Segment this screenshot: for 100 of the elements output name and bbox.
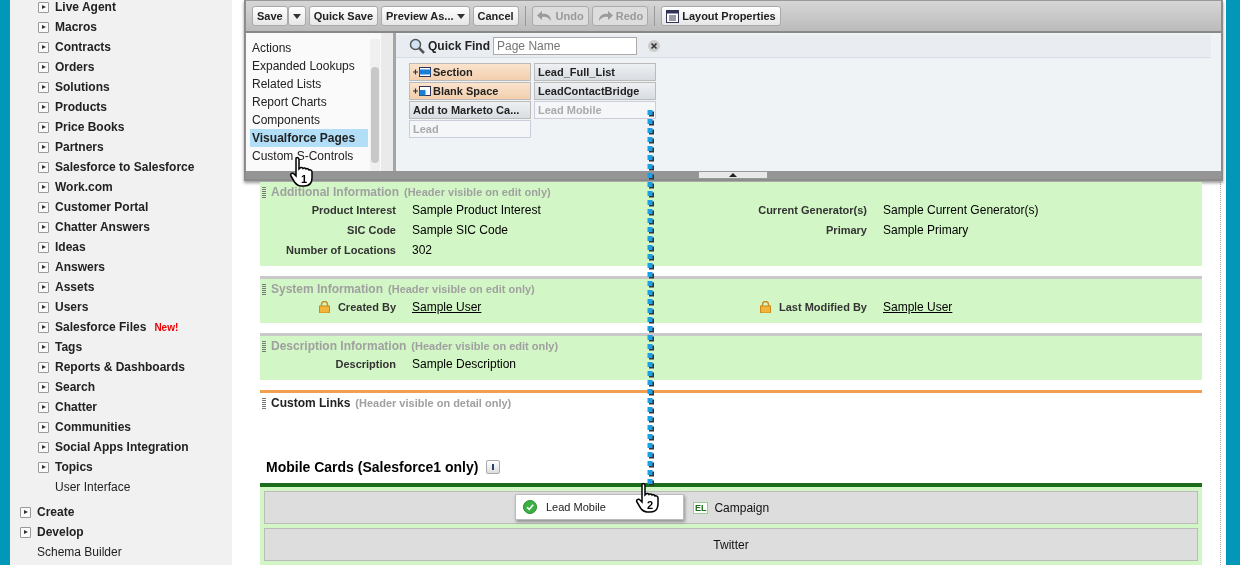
save-button[interactable]: Save [252, 6, 288, 26]
field-value: 302 [412, 243, 433, 257]
sidebar-item[interactable]: Macros [55, 20, 98, 34]
sidebar-item[interactable]: Communities [55, 420, 131, 434]
toolbar-button[interactable]: Preview As... [381, 6, 470, 26]
category-item[interactable]: Related Lists [250, 75, 368, 93]
expand-icon[interactable] [38, 341, 49, 353]
category-item[interactable]: Report Charts [250, 93, 368, 111]
scrollbar[interactable] [370, 39, 380, 171]
expand-icon[interactable] [38, 221, 49, 233]
palette-element[interactable]: Section [409, 63, 531, 81]
expand-icon[interactable] [38, 441, 49, 453]
category-item[interactable]: Actions [250, 39, 368, 57]
dropdown-button[interactable] [287, 6, 306, 26]
drag-handle-icon[interactable] [262, 186, 266, 198]
sidebar-item[interactable]: Live Agent [55, 0, 116, 14]
sidebar-item[interactable]: Salesforce to Salesforce [55, 160, 195, 174]
sidebar-item[interactable]: Solutions [55, 80, 110, 94]
field-label: Description [335, 358, 396, 370]
lock-icon [318, 301, 330, 313]
sidebar-item[interactable]: Social Apps Integration [55, 440, 189, 454]
drag-handle-icon[interactable] [262, 340, 266, 352]
sidebar-item[interactable]: Develop [37, 525, 84, 539]
palette-element[interactable]: Blank Space [409, 82, 531, 100]
user-link[interactable]: Sample User [412, 300, 482, 314]
expand-icon[interactable] [38, 181, 49, 193]
section-note: (Header visible on detail only) [355, 397, 512, 409]
sidebar-item[interactable]: Users [55, 300, 89, 314]
palette-element[interactable]: Add to Marketo Ca... [409, 101, 531, 119]
sidebar-item[interactable]: Tags [55, 340, 83, 354]
field-value: Sample SIC Code [412, 223, 509, 237]
expand-icon[interactable] [38, 321, 49, 333]
curved-arrow-icon [596, 10, 613, 22]
field-value: Sample Current Generator(s) [883, 203, 1039, 217]
sidebar-item[interactable]: Work.com [55, 180, 113, 194]
expand-icon[interactable] [38, 101, 49, 113]
card-badge: EL [692, 501, 709, 514]
section-title: Custom Links [271, 396, 351, 410]
expand-icon[interactable] [38, 281, 49, 293]
toolbar-button[interactable]: Cancel [472, 6, 519, 26]
info-icon[interactable] [486, 460, 501, 474]
sidebar-item[interactable]: Salesforce Files [55, 320, 147, 334]
sidebar-item[interactable]: Topics [55, 460, 93, 474]
sidebar-item[interactable]: Partners [55, 140, 104, 154]
new-label: New! [154, 321, 179, 333]
expand-icon[interactable] [20, 526, 31, 538]
drag-handle-icon[interactable] [262, 283, 266, 295]
mobile-card[interactable]: Twitter [264, 528, 1198, 561]
sidebar-item[interactable]: Orders [55, 60, 95, 74]
field-label: Created By [337, 301, 396, 313]
lock-icon [760, 301, 771, 313]
expand-icon[interactable] [38, 201, 49, 213]
toolbar-button[interactable]: Layout Properties [661, 6, 781, 26]
sidebar-item[interactable]: Schema Builder [37, 545, 122, 559]
expand-icon[interactable] [38, 381, 49, 393]
sidebar-item[interactable]: Products [55, 100, 107, 114]
expand-icon[interactable] [38, 421, 49, 433]
properties-icon [666, 9, 680, 23]
expand-icon[interactable] [38, 401, 49, 413]
expand-icon[interactable] [38, 301, 49, 313]
expand-icon[interactable] [38, 21, 49, 33]
field-label: Product Interest [311, 204, 396, 216]
category-item[interactable]: Custom S-Controls [250, 147, 368, 165]
drag-handle-icon[interactable] [262, 397, 266, 409]
category-item[interactable]: Expanded Lookups [250, 57, 368, 75]
clear-icon[interactable] [648, 40, 660, 52]
curved-arrow-icon [536, 10, 553, 22]
sidebar-item[interactable]: Reports & Dashboards [55, 360, 186, 374]
palette-element[interactable]: LeadContactBridge [534, 82, 656, 100]
expand-icon[interactable] [20, 506, 31, 518]
sidebar-item[interactable]: Contracts [55, 40, 111, 54]
expand-icon[interactable] [38, 161, 49, 173]
expand-icon[interactable] [38, 61, 49, 73]
quick-find-field[interactable]: Page Name [493, 37, 637, 55]
toolbar-button[interactable]: Quick Save [308, 6, 379, 26]
sidebar-item[interactable]: Answers [55, 260, 106, 274]
caret-icon [292, 13, 301, 19]
sidebar-item[interactable]: Create [37, 505, 75, 519]
sidebar-item[interactable]: Chatter [55, 400, 97, 414]
expand-icon[interactable] [38, 241, 49, 253]
expand-icon[interactable] [38, 41, 49, 53]
expand-icon[interactable] [38, 1, 49, 13]
expand-icon[interactable] [38, 261, 49, 273]
expand-icon[interactable] [38, 141, 49, 153]
sidebar-item[interactable]: Assets [55, 280, 95, 294]
category-item[interactable]: Components [250, 111, 368, 129]
expand-icon[interactable] [38, 461, 49, 473]
sidebar-item[interactable]: Chatter Answers [55, 220, 150, 234]
expand-icon[interactable] [38, 361, 49, 373]
sidebar-item[interactable]: User Interface [55, 480, 131, 494]
sidebar-item[interactable]: Price Books [55, 120, 125, 134]
category-item[interactable]: Visualforce Pages [250, 129, 368, 147]
user-link[interactable]: Sample User [883, 300, 953, 314]
expand-icon[interactable] [38, 81, 49, 93]
sidebar-item[interactable]: Ideas [55, 240, 86, 254]
expand-icon[interactable] [38, 121, 49, 133]
palette-element[interactable]: Lead_Full_List [534, 63, 656, 81]
collapse-handle[interactable] [698, 171, 768, 179]
sidebar-item[interactable]: Search [55, 380, 96, 394]
sidebar-item[interactable]: Customer Portal [55, 200, 149, 214]
